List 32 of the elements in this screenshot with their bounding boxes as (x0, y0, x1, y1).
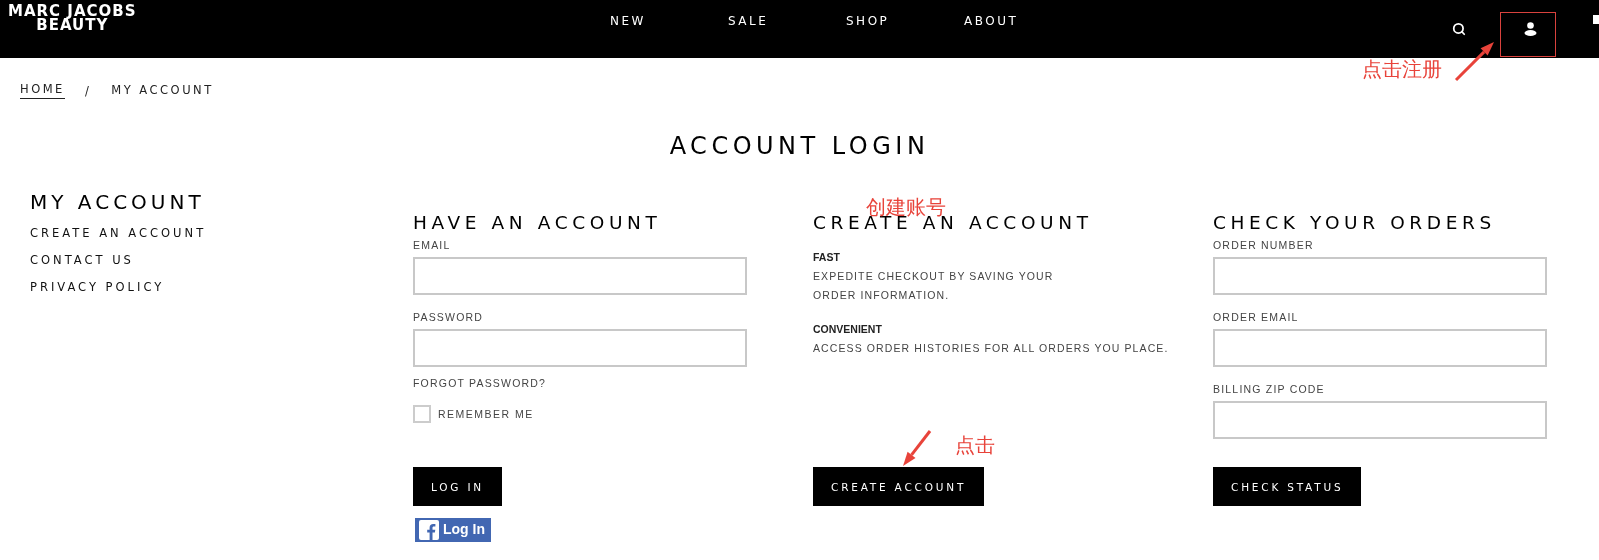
section-title: HAVE AN ACCOUNT (413, 212, 663, 233)
benefit-title: CONVENIENT (813, 323, 883, 335)
sidebar-link[interactable]: PRIVACY POLICY (30, 280, 413, 294)
checkbox-label: REMEMBER ME (438, 408, 534, 420)
annotation-text: 点击注册 (1362, 56, 1442, 83)
logo[interactable]: MARC JACOBS BEAUTY (0, 4, 137, 32)
benefit-text: ACCESS ORDER HISTORIES FOR ALL ORDERS YOU PLACE. (813, 341, 1170, 356)
benefit-text: EXPEDITE CHECKOUT BY SAVING YOUR ORDER INFORMATION. (813, 269, 1055, 303)
check-status-button[interactable]: CHECK STATUS (1213, 467, 1362, 506)
create-account-button[interactable]: CREATE ACCOUNT (813, 467, 985, 506)
sidebar-link[interactable]: CREATE AN ACCOUNT (30, 226, 413, 240)
annotation-text: 点击 (955, 432, 995, 459)
nav-link[interactable]: NEW (610, 14, 728, 28)
field-label: EMAIL (413, 239, 452, 251)
nav-link[interactable]: SHOP (846, 14, 964, 28)
forgot-password-link[interactable]: FORGOT PASSWORD? (413, 377, 813, 389)
field-label: ORDER NUMBER (1213, 239, 1315, 251)
nav-link[interactable]: ABOUT (964, 14, 1082, 28)
field-label: PASSWORD (413, 311, 485, 323)
nav-link[interactable]: SALE (728, 14, 846, 28)
section-title: CHECK YOUR ORDERS (1213, 212, 1497, 233)
sidebar-title: MY ACCOUNT (30, 190, 206, 214)
breadcrumb-separator: / (84, 83, 92, 98)
benefit-title: FAST (813, 251, 841, 263)
sidebar-link[interactable]: CONTACT US (30, 253, 413, 267)
page-title: ACCOUNT LOGIN (668, 132, 931, 160)
facebook-login-button[interactable]: Log In (415, 518, 491, 542)
breadcrumb-link[interactable]: MY ACCOUNT (111, 82, 214, 99)
field-label: ORDER EMAIL (1213, 311, 1300, 323)
login-button[interactable]: LOG IN (413, 467, 502, 506)
field-label: BILLING ZIP CODE (1213, 383, 1326, 395)
breadcrumb-link[interactable]: HOME (20, 82, 65, 99)
